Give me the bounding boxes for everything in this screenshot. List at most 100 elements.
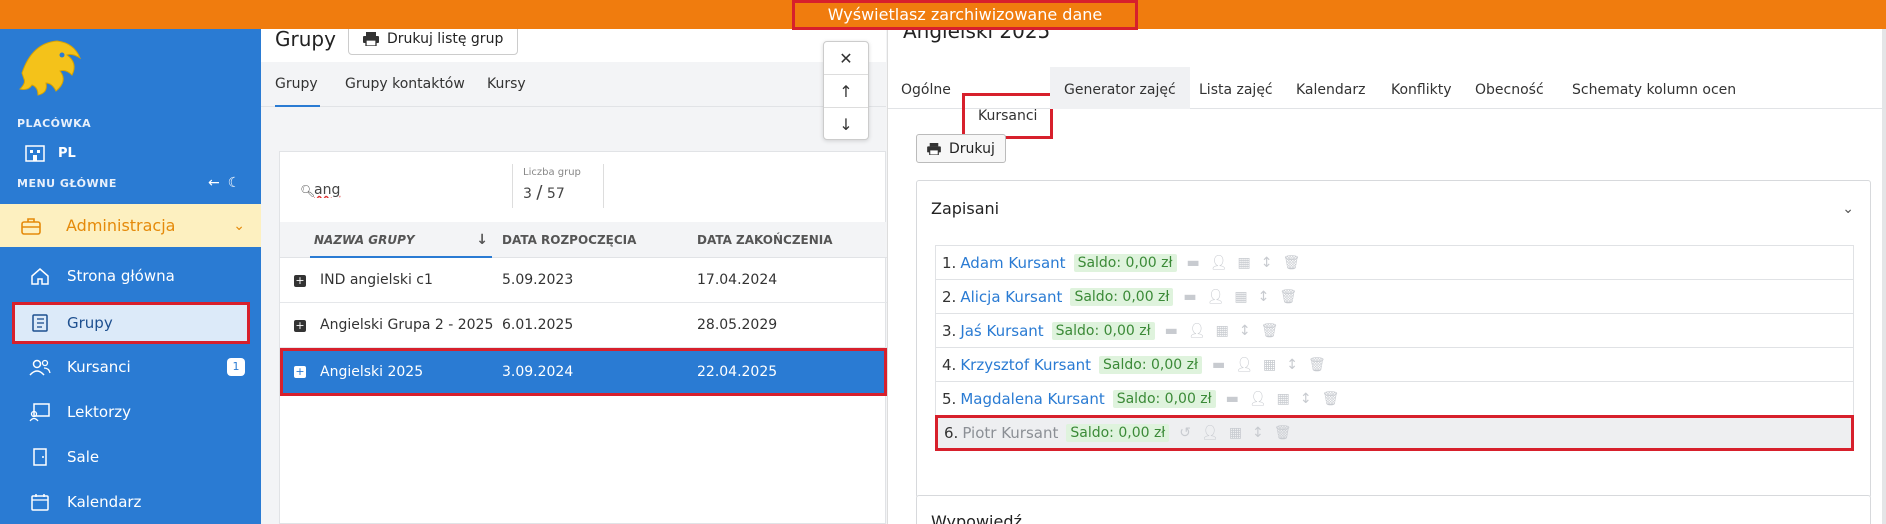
- move-icon[interactable]: ↕: [1286, 357, 1298, 373]
- column-header-start[interactable]: DATA ROZPOCZĘCIA: [502, 222, 636, 258]
- users-icon: [28, 355, 52, 379]
- sidebar-item-teachers[interactable]: Lektorzy: [0, 390, 261, 434]
- arrow-down-icon[interactable]: ↓: [824, 108, 868, 141]
- archive-icon[interactable]: ▬: [1187, 255, 1200, 271]
- sidebar-item-home[interactable]: Strona główna: [0, 254, 261, 298]
- table-row-selected[interactable]: + Angielski 2025 3.09.2024 22.04.2025: [280, 348, 887, 396]
- tab-contact-groups[interactable]: Grupy kontaktów: [345, 62, 465, 107]
- column-header-name[interactable]: NAZWA GRUPY ↓: [310, 222, 492, 258]
- printer-icon: [363, 32, 379, 46]
- page-title: Grupy: [275, 27, 336, 51]
- admin-label: Administracja: [66, 216, 176, 235]
- calendar-icon[interactable]: ▦: [1216, 323, 1229, 339]
- archived-banner: Wyświetlasz zarchiwizowane dane: [0, 0, 1886, 30]
- trash-icon[interactable]: 🗑︎: [1308, 357, 1326, 373]
- move-icon[interactable]: ↕: [1300, 391, 1312, 407]
- expand-plus-icon[interactable]: +: [294, 275, 306, 287]
- tab-general[interactable]: Ogólne: [901, 67, 951, 109]
- student-link[interactable]: Jaś Kursant: [960, 322, 1043, 340]
- tab-students[interactable]: Kursanci: [962, 93, 1054, 139]
- list-item: 4. Krzysztof Kursant Saldo: 0,00 zł ▬ 👤︎ ▦…: [935, 347, 1854, 381]
- sidebar-item-groups[interactable]: Grupy: [12, 302, 250, 344]
- move-icon[interactable]: ↕: [1252, 425, 1264, 441]
- placowka-value: PL: [58, 145, 76, 161]
- search-input[interactable]: [314, 178, 434, 202]
- trash-icon[interactable]: 🗑︎: [1261, 323, 1279, 339]
- trash-icon[interactable]: 🗑︎: [1322, 391, 1340, 407]
- student-link[interactable]: Krzysztof Kursant: [960, 356, 1091, 374]
- remove-user-icon[interactable]: 👤︎: [1235, 357, 1253, 373]
- calendar-icon[interactable]: ▦: [1277, 391, 1290, 407]
- tab-courses[interactable]: Kursy: [487, 62, 526, 107]
- move-icon[interactable]: ↕: [1258, 289, 1270, 305]
- sidebar-item-rooms[interactable]: Sale: [0, 435, 261, 479]
- calendar-icon[interactable]: ▦: [1238, 255, 1251, 271]
- sort-arrow-down-icon[interactable]: ↓: [476, 222, 488, 258]
- remove-user-icon[interactable]: 👤︎: [1210, 255, 1228, 271]
- groups-table-card: 🔍︎ Liczba grup 3 / 57 NAZWA GRUPY ↓ DATA…: [279, 151, 887, 524]
- student-link[interactable]: Magdalena Kursant: [960, 390, 1104, 408]
- move-icon[interactable]: ↕: [1239, 323, 1251, 339]
- tab-calendar[interactable]: Kalendarz: [1296, 67, 1365, 109]
- calendar-icon[interactable]: ▦: [1229, 425, 1242, 441]
- print-button[interactable]: Drukuj: [916, 134, 1006, 163]
- tab-lesson-generator[interactable]: Generator zajęć: [1050, 67, 1190, 109]
- remove-user-icon[interactable]: 👤︎: [1249, 391, 1267, 407]
- expand-plus-icon[interactable]: +: [294, 320, 306, 332]
- table-row[interactable]: + Angielski Grupa 2 - 2025 6.01.2025 28.…: [280, 303, 887, 348]
- list-item: 1. Adam Kursant Saldo: 0,00 zł ▬ 👤︎ ▦ ↕ 🗑︎: [935, 245, 1854, 279]
- trash-icon[interactable]: 🗑︎: [1279, 289, 1297, 305]
- archive-icon[interactable]: ▬: [1165, 323, 1178, 339]
- remove-user-icon[interactable]: 👤︎: [1201, 425, 1219, 441]
- enrolled-title: Zapisani: [931, 199, 1000, 218]
- move-icon[interactable]: ↕: [1261, 255, 1273, 271]
- door-icon: [28, 445, 52, 469]
- remove-user-icon[interactable]: 👤︎: [1207, 289, 1225, 305]
- student-actions: ▬ 👤︎ ▦ ↕ 🗑︎: [1212, 357, 1326, 373]
- archive-icon[interactable]: ▬: [1226, 391, 1239, 407]
- admin-section-toggle[interactable]: Administracja ⌄: [0, 204, 261, 247]
- archive-icon[interactable]: ▬: [1183, 289, 1196, 305]
- student-link[interactable]: Adam Kursant: [960, 254, 1065, 272]
- sidebar: PLACÓWKA PL MENU GŁÓWNE ← ☾ Administracj…: [0, 29, 261, 524]
- book-icon: [28, 311, 52, 335]
- groups-panel: Grupy Drukuj listę grup Grupy Grupy kont…: [261, 23, 887, 524]
- table-row[interactable]: + IND angielski c1 5.09.2023 17.04.2024: [280, 258, 887, 303]
- remove-user-icon[interactable]: 👤︎: [1188, 323, 1206, 339]
- archive-icon[interactable]: ▬: [1212, 357, 1225, 373]
- briefcase-icon: [21, 217, 41, 235]
- detail-tabs: Ogólne Kursanci Generator zajęć Lista za…: [888, 67, 1886, 139]
- chevron-down-icon: ⌄: [233, 217, 245, 234]
- placowka-selector[interactable]: PL: [24, 143, 76, 163]
- list-item: 3. Jaś Kursant Saldo: 0,00 zł ▬ 👤︎ ▦ ↕ 🗑︎: [935, 313, 1854, 347]
- building-icon: [25, 145, 45, 162]
- tab-lesson-list[interactable]: Lista zajęć: [1199, 67, 1273, 109]
- restore-icon[interactable]: ↺: [1179, 425, 1191, 441]
- tab-groups[interactable]: Grupy: [275, 62, 320, 107]
- trash-icon[interactable]: 🗑︎: [1282, 255, 1300, 271]
- student-link[interactable]: Piotr Kursant: [962, 424, 1058, 442]
- calendar-icon[interactable]: ▦: [1234, 289, 1247, 305]
- enrolled-card: Zapisani ⌄ 1. Adam Kursant Saldo: 0,00 z…: [916, 180, 1871, 498]
- expand-plus-icon[interactable]: +: [294, 366, 306, 378]
- list-item-archived: 6. Piotr Kursant Saldo: 0,00 zł ↺ 👤︎ ▦ ↕ 🗑︎: [935, 415, 1854, 451]
- chevron-down-icon[interactable]: ⌄: [1842, 201, 1854, 217]
- sidebar-item-calendar[interactable]: Kalendarz: [0, 480, 261, 524]
- collapse-arrow-icon[interactable]: ←: [208, 175, 220, 191]
- dark-mode-moon-icon[interactable]: ☾: [228, 175, 241, 191]
- trash-icon[interactable]: 🗑︎: [1274, 425, 1292, 441]
- tab-grade-schemas[interactable]: Schematy kolumn ocen: [1572, 67, 1736, 109]
- arrow-up-icon[interactable]: ↑: [824, 75, 868, 108]
- placowka-label: PLACÓWKA: [17, 117, 92, 130]
- second-card: Wypowiedź...: [916, 495, 1871, 524]
- tab-attendance[interactable]: Obecność: [1475, 67, 1544, 109]
- students-count-badge: 1: [227, 358, 245, 376]
- tab-conflicts[interactable]: Konflikty: [1391, 67, 1452, 109]
- close-icon[interactable]: ✕: [824, 42, 868, 75]
- sidebar-item-students[interactable]: Kursanci 1: [0, 345, 261, 389]
- student-actions: ▬ 👤︎ ▦ ↕ 🗑︎: [1187, 255, 1301, 271]
- column-header-end[interactable]: DATA ZAKOŃCZENIA: [697, 222, 833, 258]
- calendar-icon[interactable]: ▦: [1263, 357, 1276, 373]
- scrollbar[interactable]: [1882, 29, 1886, 524]
- student-link[interactable]: Alicja Kursant: [960, 288, 1062, 306]
